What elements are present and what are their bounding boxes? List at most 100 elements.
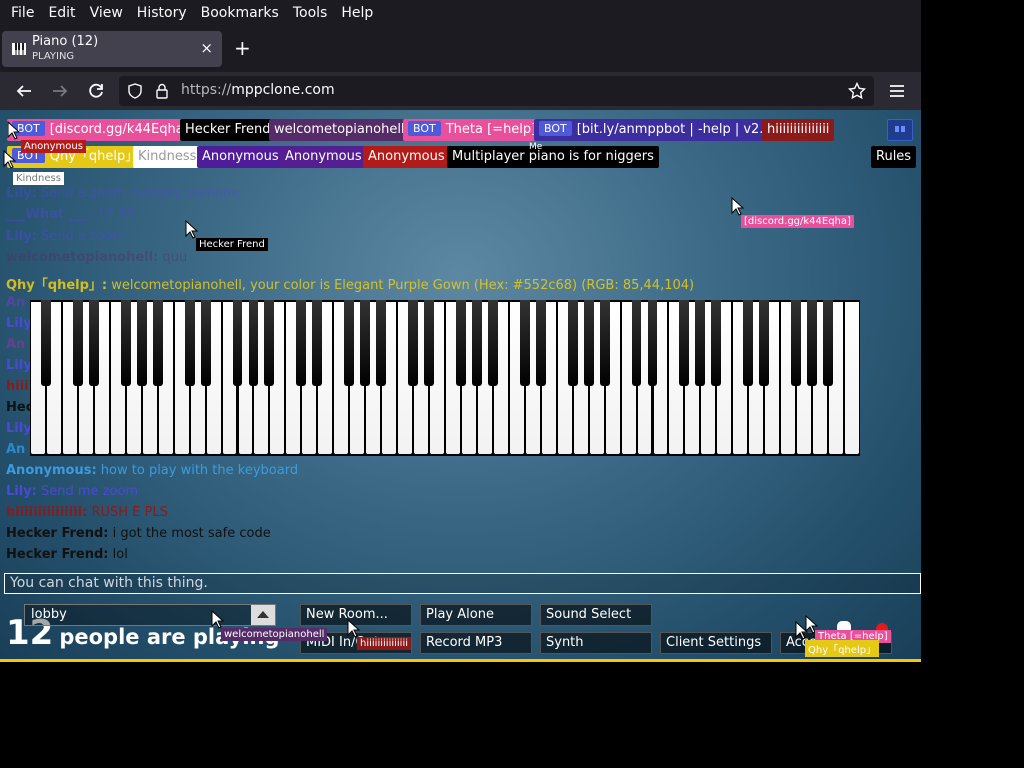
menu-file[interactable]: File: [4, 0, 41, 27]
name-anonymous-2[interactable]: Anonymous: [280, 146, 367, 168]
name-welcometopianohell[interactable]: welcometopianohell: [269, 119, 410, 141]
chat-text: 12 33: [97, 207, 135, 222]
chat-text: lol: [112, 547, 128, 562]
black-key[interactable]: [791, 300, 802, 386]
rules-button[interactable]: Rules: [871, 146, 917, 168]
black-key[interactable]: [487, 300, 498, 386]
url-text[interactable]: https://mppclone.com: [181, 82, 335, 98]
name-kindness[interactable]: Kindness: [133, 146, 202, 168]
name-anonymous-1[interactable]: Anonymous: [197, 146, 284, 168]
bot-badge: BOT: [408, 121, 441, 136]
name-theta-bot[interactable]: BOT Theta [=help]: [403, 119, 542, 141]
name-discord-bot[interactable]: BOT [discord.gg/k44Eqha]: [7, 119, 194, 141]
black-key[interactable]: [360, 300, 371, 386]
black-key[interactable]: [424, 300, 434, 386]
black-key[interactable]: [296, 300, 307, 386]
cursor-label-hiii: hiiiiiiiiiiiiiii: [357, 637, 412, 650]
white-key[interactable]: [845, 302, 859, 454]
black-key[interactable]: [184, 300, 195, 386]
black-key[interactable]: [695, 300, 706, 386]
black-key[interactable]: [264, 300, 275, 386]
black-key[interactable]: [711, 300, 722, 386]
chat-message: Qhy「qhelp」: welcometopianohell, your col…: [6, 274, 694, 293]
black-key[interactable]: [759, 300, 770, 386]
chat-input[interactable]: You can chat with this thing.: [4, 573, 921, 594]
name-anonymous-3[interactable]: Anonymous: [363, 146, 450, 168]
record-mp3-button[interactable]: Record MP3: [420, 632, 532, 654]
room-select[interactable]: lobby: [24, 604, 276, 626]
black-key[interactable]: [823, 300, 834, 386]
room-name: lobby: [31, 607, 67, 622]
client-settings-button[interactable]: Client Settings: [660, 632, 772, 654]
black-key[interactable]: [248, 300, 259, 386]
me-label: Me: [529, 142, 543, 152]
black-key[interactable]: [471, 300, 482, 386]
chat-text: i got the most safe code: [112, 526, 271, 541]
name-anmppbot[interactable]: BOT [bit.ly/anmppbot | -help | v2.1]: [534, 119, 782, 141]
black-key[interactable]: [72, 300, 83, 386]
chat-message: hiiiiiiiiiiiiiii: RUSH E PLS: [6, 505, 168, 520]
piano-keyboard[interactable]: [30, 300, 860, 456]
forward-arrow-icon[interactable]: [49, 80, 71, 102]
chat-name: ___What ___:: [6, 207, 94, 222]
url-bar[interactable]: https://mppclone.com: [119, 76, 874, 106]
black-key[interactable]: [456, 300, 466, 386]
play-alone-button[interactable]: Play Alone: [420, 604, 532, 626]
cursor-label-hecker: Hecker Frend: [196, 238, 268, 251]
black-key[interactable]: [583, 300, 594, 386]
chat-fragment: An: [6, 442, 26, 457]
name-hiii[interactable]: hiiiiiiiiiiiiiii: [762, 119, 835, 141]
black-key[interactable]: [679, 300, 690, 386]
black-key[interactable]: [599, 300, 610, 386]
black-key[interactable]: [120, 300, 131, 386]
black-key[interactable]: [376, 300, 387, 386]
url-host: mppclone.com: [231, 82, 335, 98]
reload-icon[interactable]: [85, 80, 107, 102]
bookmark-star-icon[interactable]: [848, 82, 866, 100]
black-key[interactable]: [152, 300, 163, 386]
black-key[interactable]: [232, 300, 243, 386]
chat-name: hiiiiiiiiiiiiiii:: [6, 505, 88, 520]
piano-icon: [12, 43, 26, 55]
black-key[interactable]: [41, 300, 51, 386]
menu-tools[interactable]: Tools: [286, 0, 335, 27]
black-key[interactable]: [807, 300, 818, 386]
back-arrow-icon[interactable]: [13, 80, 35, 102]
black-key[interactable]: [200, 300, 211, 386]
black-key[interactable]: [312, 300, 323, 386]
black-key[interactable]: [519, 300, 530, 386]
shield-icon[interactable]: [127, 83, 143, 99]
black-key[interactable]: [647, 300, 658, 386]
black-key[interactable]: [535, 300, 546, 386]
black-key[interactable]: [136, 300, 147, 386]
chat-fragment: hiii: [6, 379, 29, 394]
menu-edit[interactable]: Edit: [41, 0, 82, 27]
sound-select-button[interactable]: Sound Select: [540, 604, 652, 626]
black-key[interactable]: [631, 300, 642, 386]
name-multiplayer-piano[interactable]: Multiplayer piano is for niggers: [447, 146, 659, 168]
lock-icon[interactable]: [155, 83, 169, 99]
chat-message: Lily: Send a zoom meeting somone: [6, 186, 239, 201]
black-key[interactable]: [743, 300, 754, 386]
caret-up-icon[interactable]: [251, 605, 275, 625]
menu-history[interactable]: History: [130, 0, 194, 27]
menu-view[interactable]: View: [83, 0, 130, 27]
black-key[interactable]: [344, 300, 355, 386]
tab-piano[interactable]: Piano (12) PLAYING ×: [2, 31, 222, 67]
chat-name: Hecker Frend:: [6, 526, 109, 541]
menu-help[interactable]: Help: [334, 0, 380, 27]
chat-fragment: An: [6, 337, 26, 352]
menu-bookmarks[interactable]: Bookmarks: [194, 0, 286, 27]
black-key[interactable]: [567, 300, 578, 386]
black-key[interactable]: [408, 300, 419, 386]
synth-button[interactable]: Synth: [540, 632, 652, 654]
chat-text: quu: [162, 250, 188, 265]
cursor-arrow-icon: [731, 197, 745, 216]
black-key[interactable]: [88, 300, 99, 386]
new-tab-button[interactable]: +: [234, 37, 251, 59]
settings-toggle-icon[interactable]: [887, 119, 913, 141]
hamburger-menu-icon[interactable]: [886, 80, 908, 102]
chat-fragment: Lily: [6, 421, 32, 436]
close-tab-icon[interactable]: ×: [200, 40, 213, 56]
name-hecker-frend[interactable]: Hecker Frend: [180, 119, 276, 141]
